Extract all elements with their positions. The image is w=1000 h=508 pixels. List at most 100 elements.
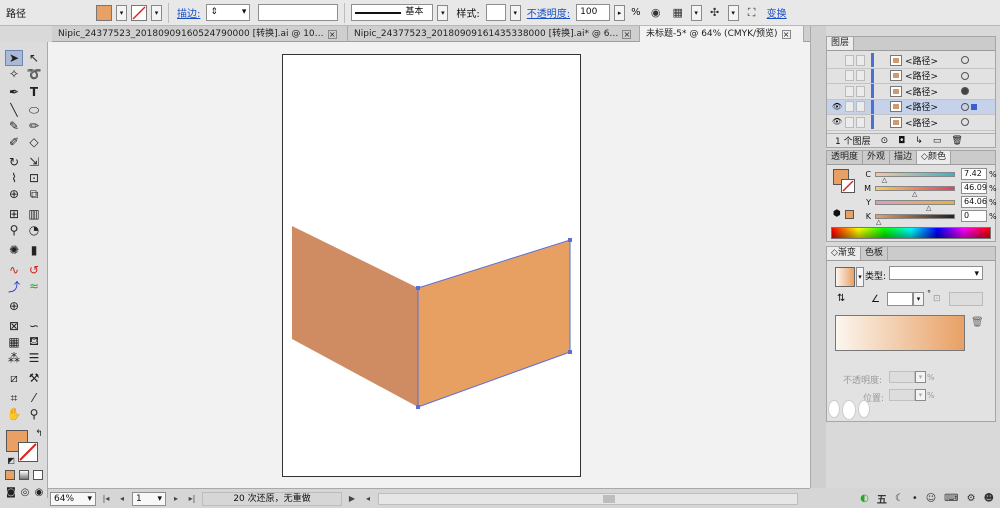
gradient-preview-swatch[interactable] (835, 267, 855, 287)
align-icon[interactable]: ▦ (669, 4, 687, 22)
slider-thumb-icon[interactable]: △ (882, 176, 887, 184)
right-face-shape[interactable] (418, 240, 570, 407)
layer-row[interactable]: <路径> (827, 53, 995, 69)
variable-width-field[interactable] (258, 4, 339, 21)
width-tool-icon[interactable]: ∿ (5, 262, 23, 278)
scroll-thumb[interactable] (603, 494, 615, 503)
status-menu-icon[interactable]: ▶ (346, 492, 358, 506)
blend-tool-icon[interactable]: ◔ (25, 222, 43, 238)
lock-toggle[interactable] (856, 116, 865, 128)
anchor-point[interactable] (568, 238, 572, 242)
zoom-tool-icon[interactable]: ⚲ (25, 406, 43, 422)
recolor-icon[interactable]: ◉ (647, 4, 665, 22)
gradient-type-select[interactable]: ▾ (889, 266, 983, 280)
paintbrush-tool-icon[interactable]: ✎ (5, 118, 23, 134)
eye-placeholder[interactable] (831, 70, 843, 82)
opacity-input[interactable]: 100 (576, 4, 611, 21)
warp-tool-icon[interactable]: ⌇ (5, 170, 23, 186)
list-tool-icon[interactable]: ☰ (25, 350, 43, 366)
next-artboard-icon[interactable]: ▸ (170, 492, 182, 506)
crosshair-tool-icon[interactable]: ⊕ (5, 298, 23, 314)
direct-selection-tool-icon[interactable]: ↖ (25, 50, 43, 66)
ime-label[interactable]: 五 (877, 491, 887, 506)
stop-opacity-input[interactable] (889, 371, 915, 383)
pencil-tool-icon[interactable]: ✏ (25, 118, 43, 134)
new-layer-icon[interactable]: ▭ (933, 136, 942, 146)
eye-placeholder[interactable] (831, 85, 843, 97)
moon-icon[interactable]: ☾ (895, 493, 904, 504)
layer-row[interactable]: 👁 <路径> (827, 99, 995, 115)
hand-tool-icon[interactable]: ✋ (5, 406, 23, 422)
swap-fill-stroke-icon[interactable]: ↰ (30, 426, 48, 442)
shape-builder-tool-icon[interactable]: ⊕ (5, 186, 23, 202)
new-sublayer-icon[interactable]: ↳ (915, 136, 923, 146)
lock-toggle[interactable] (845, 70, 854, 82)
small-fill-swatch[interactable] (845, 210, 854, 219)
channel-value-input[interactable]: 64.06 (961, 196, 987, 208)
lock-toggle[interactable] (856, 70, 865, 82)
locate-object-icon[interactable]: ⊙ (881, 136, 889, 146)
channel-slider[interactable]: △ (875, 199, 955, 211)
mesh-tool-icon[interactable]: ⊞ (5, 206, 23, 222)
lasso-tool-icon[interactable]: ➰ (25, 66, 43, 82)
layer-row[interactable]: 👁 <路径> (827, 115, 995, 131)
artboard-tool-icon[interactable]: ⌗ (5, 390, 23, 406)
gradient-preset-dropdown[interactable]: ▾ (856, 267, 864, 287)
fill-dropdown[interactable]: ▾ (116, 4, 127, 21)
target-icon[interactable] (961, 71, 969, 80)
slider-thumb-icon[interactable]: △ (912, 190, 917, 198)
undo-status[interactable]: 20 次还原，无重做 (202, 491, 342, 506)
channel-slider[interactable]: △ (875, 185, 955, 197)
delete-stop-icon[interactable]: 🗑 (971, 317, 984, 328)
knife-tool-icon[interactable]: ⁄ (25, 390, 43, 406)
style-dropdown[interactable]: ▾ (509, 4, 521, 21)
stroke-profile-field[interactable]: 基本 (351, 4, 434, 21)
target-icon[interactable] (961, 102, 969, 111)
ellipse-tool-icon[interactable]: ⬭ (25, 102, 43, 118)
lock-toggle[interactable] (856, 85, 865, 97)
delete-layer-icon[interactable]: 🗑 (951, 136, 962, 146)
user-icon[interactable]: ☻ (984, 493, 994, 504)
screen-mode-icon[interactable]: ◉ (30, 484, 48, 500)
stroke-weight-field[interactable]: ⇕ ▾ (206, 4, 251, 21)
lock-toggle[interactable] (845, 116, 854, 128)
pen-tool-icon[interactable]: ✒ (5, 84, 23, 100)
rotate-tool-icon[interactable]: ↻ (5, 154, 23, 170)
anchor-point[interactable] (416, 405, 420, 409)
none-mode-icon[interactable] (33, 470, 43, 480)
gradient-tool-icon[interactable]: ▥ (25, 206, 43, 222)
close-icon[interactable]: × (327, 29, 337, 39)
fill-swatch[interactable] (96, 4, 112, 21)
stroke-link[interactable]: 描边: (175, 5, 202, 20)
selection-tool-icon[interactable]: ➤ (5, 50, 23, 66)
perspective-grid-tool-icon[interactable]: ⧉ (25, 186, 43, 202)
lock-toggle[interactable] (845, 54, 854, 66)
channel-value-input[interactable]: 7.42 (961, 168, 987, 180)
grid-tool-icon[interactable]: ▦ (5, 334, 23, 350)
warp-red-tool-icon[interactable]: ↺ (25, 262, 43, 278)
eraser-tool-icon[interactable]: ◇ (25, 134, 43, 150)
stop-location-input[interactable] (889, 389, 915, 401)
close-icon[interactable]: × (781, 29, 791, 39)
document-tab-1[interactable]: Nipic_24377523_20180909160524790000 [转换]… (52, 26, 348, 42)
tab-color[interactable]: ◇颜色 (917, 151, 951, 164)
isolate-icon[interactable]: ✣ (706, 4, 724, 22)
lock-toggle[interactable] (845, 101, 854, 113)
column-graph-tool-icon[interactable]: ▮ (25, 242, 43, 258)
eye-placeholder[interactable] (831, 54, 843, 66)
type-tool-icon[interactable]: T (25, 84, 43, 100)
stroke-profile-dropdown[interactable]: ▾ (437, 4, 449, 21)
stop-location-dropdown[interactable]: ▾ (915, 389, 926, 401)
color-mode-icon[interactable] (5, 470, 15, 480)
layer-row[interactable]: <路径> (827, 68, 995, 84)
layer-row[interactable]: <路径> (827, 84, 995, 100)
close-icon[interactable]: × (622, 29, 632, 39)
line-tool-icon[interactable]: ╲ (5, 102, 23, 118)
slice-tool-icon[interactable]: ⧄ (5, 370, 23, 386)
horizontal-scrollbar[interactable] (378, 492, 798, 505)
green-wave-tool-icon[interactable]: ≈ (25, 278, 43, 294)
first-artboard-icon[interactable]: |◂ (100, 492, 112, 506)
zoom-field[interactable]: 64% ▾ (50, 491, 96, 506)
settings-icon[interactable]: ⚙ (967, 493, 976, 504)
default-fill-stroke-icon[interactable]: ◩ (2, 452, 20, 468)
